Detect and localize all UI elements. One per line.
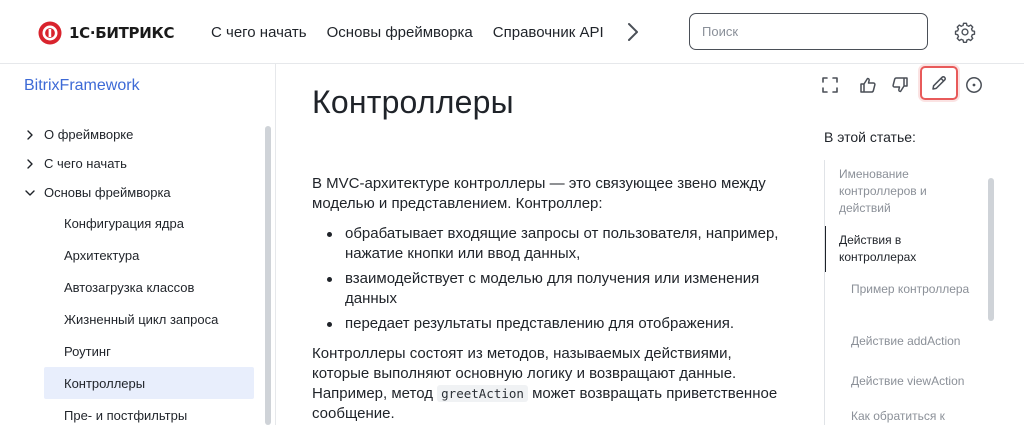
toc-item-naming[interactable]: Именование контроллеров и действий <box>839 166 979 217</box>
gear-icon[interactable] <box>954 21 976 43</box>
article-intro: В MVC-архитектуре контроллеры — это связ… <box>312 175 766 212</box>
toc-scrollbar[interactable] <box>988 178 994 321</box>
chevron-down-icon <box>25 189 35 196</box>
sidebar-tree: О фреймворке С чего начать Основы фреймв… <box>24 120 254 425</box>
toc-title: В этой статье: <box>824 129 916 145</box>
info-icon <box>966 77 982 93</box>
inline-code: greetAction <box>437 385 528 402</box>
nav-getting-started[interactable]: С чего начать <box>211 24 307 41</box>
page-title: Контроллеры <box>312 84 514 120</box>
bitrix-logo-icon <box>38 21 62 45</box>
chevron-right-icon[interactable] <box>626 22 640 42</box>
article-body: В MVC-архитектуре контроллеры — это связ… <box>312 174 792 425</box>
sidebar-subitem-architecture[interactable]: Архитектура <box>44 239 254 271</box>
fullscreen-icon <box>822 77 838 93</box>
thumbs-up-icon <box>860 77 876 93</box>
top-header: 1С·БИТРИКС С чего начать Основы фреймвор… <box>0 0 1024 64</box>
nav-framework-basics[interactable]: Основы фреймворка <box>327 24 473 41</box>
top-nav: С чего начать Основы фреймворка Справочн… <box>211 0 624 64</box>
article-paragraph: Контроллеры состоят из методов, называем… <box>312 344 792 424</box>
sidebar-item-getting-started[interactable]: С чего начать <box>24 149 254 178</box>
article: Контроллеры В MVC-архитектуре контроллер… <box>277 64 807 425</box>
search-input[interactable] <box>689 13 928 50</box>
fullscreen-button[interactable] <box>814 69 846 101</box>
toc-item-add-action[interactable]: Действие addAction <box>851 333 979 350</box>
sidebar-item-framework-basics[interactable]: Основы фреймворка <box>24 178 254 207</box>
table-of-contents: Именование контроллеров и действий Дейст… <box>824 160 994 425</box>
chevron-right-icon <box>27 158 33 169</box>
info-button[interactable] <box>958 69 990 101</box>
toc-item-view-action[interactable]: Действие viewAction <box>851 373 979 390</box>
sidebar-subitem-autoload[interactable]: Автозагрузка классов <box>44 271 254 303</box>
sidebar-item-about[interactable]: О фреймворке <box>24 120 254 149</box>
chevron-right-icon <box>27 129 33 140</box>
pencil-icon <box>932 76 946 90</box>
sidebar-item-label: Основы фреймворка <box>44 185 171 200</box>
sidebar-subitem-lifecycle[interactable]: Жизненный цикл запроса <box>44 303 254 335</box>
dislike-button[interactable] <box>884 69 916 101</box>
like-button[interactable] <box>852 69 884 101</box>
bitrix-logo[interactable]: 1С·БИТРИКС <box>38 20 174 46</box>
thumbs-down-icon <box>892 77 908 93</box>
toc-active-marker <box>825 226 826 272</box>
sidebar: BitrixFramework О фреймворке С чего нача… <box>0 64 276 425</box>
sidebar-title[interactable]: BitrixFramework <box>24 77 140 95</box>
bullet-list: обрабатывает входящие запросы от пользов… <box>312 224 792 334</box>
list-item: взаимодействует с моделью для получения … <box>312 269 792 309</box>
toc-item-actions[interactable]: Действия в контроллерах <box>839 232 979 266</box>
list-item: передает результаты представлению для от… <box>312 314 792 334</box>
list-item: обрабатывает входящие запросы от пользов… <box>312 224 792 264</box>
sidebar-item-label: С чего начать <box>44 156 127 171</box>
toc-item-how-to[interactable]: Как обратиться к <box>851 408 979 425</box>
sidebar-subitem-core-config[interactable]: Конфигурация ядра <box>44 207 254 239</box>
logo-text: 1С·БИТРИКС <box>69 24 175 42</box>
toc-item-example[interactable]: Пример контроллера <box>851 281 979 298</box>
sidebar-subitem-controllers[interactable]: Контроллеры <box>44 367 254 399</box>
edit-button[interactable] <box>920 66 958 100</box>
sidebar-subitem-routing[interactable]: Роутинг <box>44 335 254 367</box>
sidebar-subitem-filters[interactable]: Пре- и постфильтры <box>44 399 254 425</box>
sidebar-item-label: О фреймворке <box>44 127 134 142</box>
nav-api-reference[interactable]: Справочник API <box>493 24 604 41</box>
sidebar-scrollbar[interactable] <box>265 126 271 425</box>
